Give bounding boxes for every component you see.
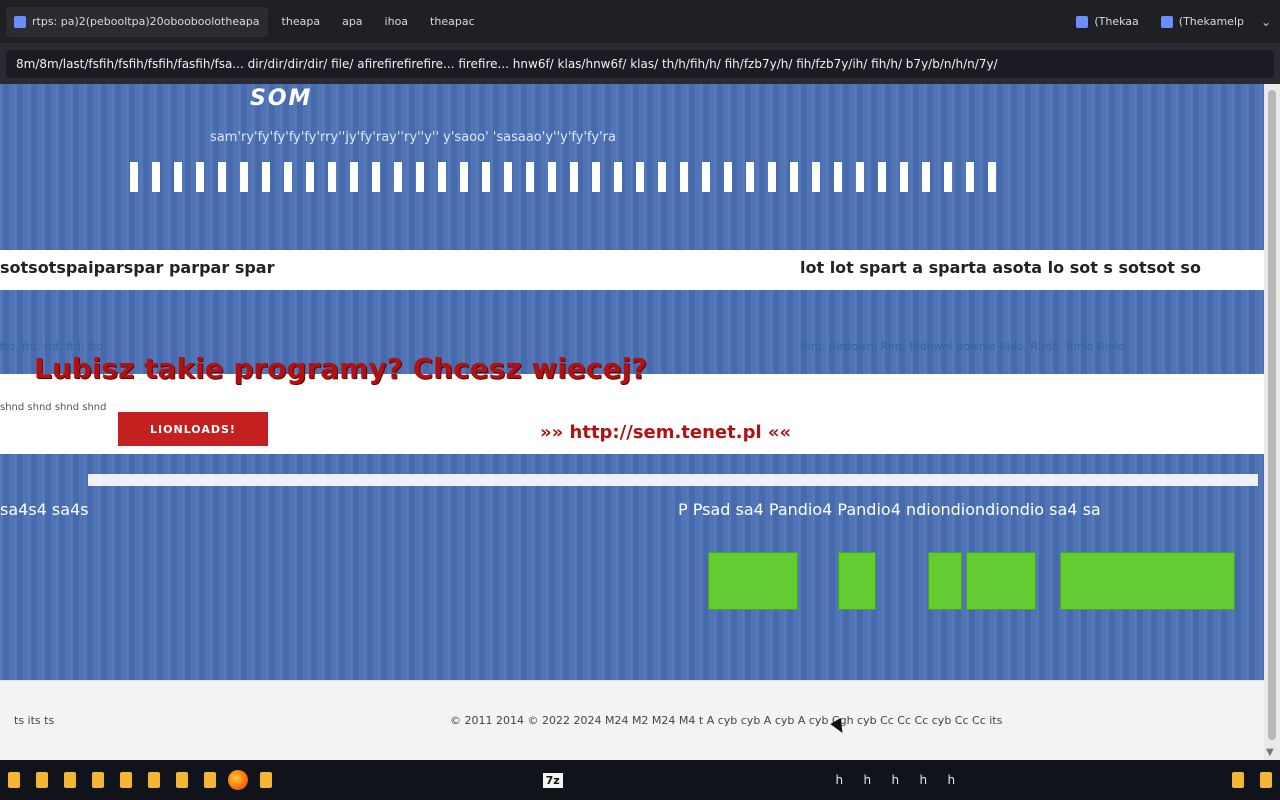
download-button[interactable] bbox=[708, 552, 798, 610]
tab-title: rtps: pa)2(pebooltpa)20obooboolotheapa bbox=[32, 15, 260, 28]
tab-title: theapac bbox=[430, 15, 475, 28]
download-link-list[interactable]: Rird. Rirdownl Rird. Ridownl downlo Rido… bbox=[800, 340, 1124, 353]
taskbar-item[interactable]: h bbox=[937, 760, 965, 800]
browser-tab[interactable]: theapac bbox=[422, 7, 483, 37]
navigation-toolbar: 8m/8m/last/fsfih/fsfih/fsfih/fasfih/fsa.… bbox=[0, 44, 1280, 84]
section-label: sa4s4 sa4s bbox=[0, 500, 89, 519]
address-bar[interactable]: 8m/8m/last/fsfih/fsfih/fsfih/fasfih/fsa.… bbox=[6, 50, 1274, 78]
taskbar-folder[interactable] bbox=[140, 760, 168, 800]
scrollbar-thumb[interactable] bbox=[1268, 90, 1276, 740]
folder-icon bbox=[8, 772, 20, 788]
taskbar-folder[interactable] bbox=[84, 760, 112, 800]
taskbar-item[interactable]: h bbox=[853, 760, 881, 800]
taskbar-7zip[interactable]: 7z bbox=[539, 760, 567, 800]
download-button[interactable] bbox=[966, 552, 1036, 610]
web-page: SOM sam'ry'fy'fy'fy'fy'rry''jy'fy'ray''r… bbox=[0, 84, 1264, 760]
favicon-icon bbox=[1076, 15, 1089, 28]
folder-icon bbox=[148, 772, 160, 788]
tab-title: (Thekamelp bbox=[1178, 15, 1244, 28]
footer-copyright: © 2011 2014 © 2022 2024 M24 M2 M24 M4 t … bbox=[450, 714, 1003, 727]
taskbar-firefox[interactable] bbox=[224, 760, 252, 800]
category-label[interactable]: sotsotspaiparspar parpar spar bbox=[0, 258, 274, 277]
promo-title: Lubisz takie programy? Chcesz wiecej? bbox=[34, 352, 648, 385]
firefox-icon bbox=[228, 770, 248, 790]
site-logo[interactable]: SOM bbox=[250, 86, 312, 111]
scroll-down-arrow-icon[interactable]: ▼ bbox=[1266, 747, 1274, 758]
site-tagline: sam'ry'fy'fy'fy'fy'rry''jy'fy'ray''ry''y… bbox=[210, 130, 616, 145]
hero-heading-bars bbox=[130, 162, 1010, 192]
download-button[interactable] bbox=[1060, 552, 1235, 610]
page-scrollbar[interactable]: ▼ bbox=[1264, 84, 1280, 760]
browser-tab[interactable]: theapa bbox=[274, 7, 329, 37]
folder-icon bbox=[204, 772, 216, 788]
taskbar-folder[interactable] bbox=[168, 760, 196, 800]
taskbar-folder[interactable] bbox=[0, 760, 28, 800]
section-label: P Psad sa4 Pandio4 Pandio4 ndiondiondion… bbox=[678, 500, 1101, 519]
folder-icon bbox=[92, 772, 104, 788]
browser-tab[interactable]: (Thekaa bbox=[1068, 7, 1146, 37]
folder-icon bbox=[36, 772, 48, 788]
taskbar-folder[interactable] bbox=[196, 760, 224, 800]
folder-icon bbox=[120, 772, 132, 788]
favicon-icon bbox=[14, 15, 26, 28]
lionloads-banner[interactable]: LIONLOADS! bbox=[118, 412, 268, 446]
tab-list-chevron-icon[interactable]: ⌄ bbox=[1252, 15, 1280, 29]
taskbar-folder[interactable] bbox=[1224, 760, 1252, 800]
taskbar: 7z h h h h h bbox=[0, 760, 1280, 800]
promo-small-text: shnd shnd shnd shnd bbox=[0, 402, 107, 413]
browser-tab-strip: rtps: pa)2(pebooltpa)20obooboolotheapa t… bbox=[0, 0, 1280, 44]
browser-tab[interactable]: rtps: pa)2(pebooltpa)20obooboolotheapa bbox=[6, 6, 268, 37]
favicon-icon bbox=[1160, 15, 1173, 28]
taskbar-folder[interactable] bbox=[56, 760, 84, 800]
folder-icon bbox=[1231, 772, 1244, 788]
taskbar-item[interactable]: h bbox=[881, 760, 909, 800]
tab-title: theapa bbox=[281, 15, 321, 28]
folder-icon bbox=[1259, 772, 1272, 788]
tab-title: ihoa bbox=[384, 15, 409, 28]
taskbar-item[interactable]: h bbox=[825, 760, 853, 800]
taskbar-folder[interactable] bbox=[28, 760, 56, 800]
browser-tab[interactable]: apa bbox=[334, 7, 370, 37]
folder-icon bbox=[64, 772, 76, 788]
url-text: 8m/8m/last/fsfih/fsfih/fsfih/fasfih/fsa.… bbox=[16, 57, 998, 71]
7zip-icon: 7z bbox=[542, 772, 563, 788]
download-button[interactable] bbox=[838, 552, 876, 610]
category-label[interactable]: lot lot spart a sparta asota lo sot s so… bbox=[800, 258, 1201, 277]
taskbar-folder[interactable] bbox=[252, 760, 280, 800]
footer-links[interactable]: ts its ts bbox=[14, 714, 54, 727]
folder-icon bbox=[176, 772, 188, 788]
taskbar-item[interactable]: h bbox=[909, 760, 937, 800]
folder-icon bbox=[260, 772, 272, 788]
taskbar-folder[interactable] bbox=[1252, 760, 1280, 800]
taskbar-folder[interactable] bbox=[112, 760, 140, 800]
tab-title: apa bbox=[342, 15, 363, 28]
tab-title: (Thekaa bbox=[1094, 15, 1139, 28]
divider bbox=[88, 474, 1258, 486]
promo-link[interactable]: »» http://sem.tenet.pl «« bbox=[540, 422, 791, 443]
browser-tab[interactable]: ihoa bbox=[377, 7, 417, 37]
browser-tab[interactable]: (Thekamelp bbox=[1153, 7, 1252, 37]
download-button[interactable] bbox=[928, 552, 962, 610]
